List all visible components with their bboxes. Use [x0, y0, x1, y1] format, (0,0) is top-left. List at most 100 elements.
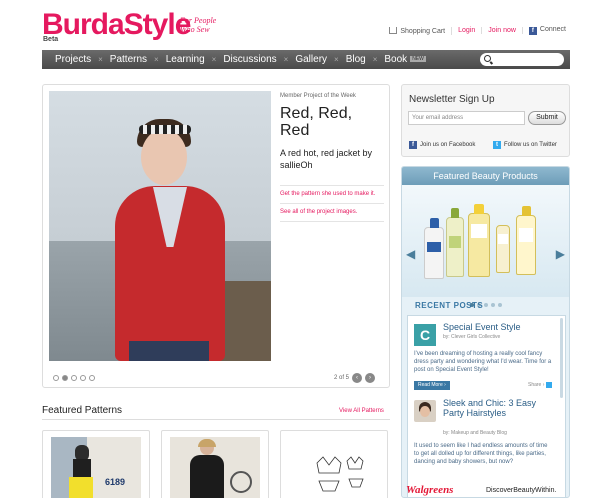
newsletter-title: Newsletter Sign Up	[409, 94, 495, 105]
recent-post: Sleek and Chic: 3 Easy Party Hairstyles …	[414, 398, 555, 497]
top-links: Shopping Cart Login Join now f Connect	[383, 26, 572, 35]
post-body: I've been dreaming of hosting a really c…	[414, 351, 552, 373]
post-avatar[interactable]	[414, 400, 436, 422]
nav-blog[interactable]: Blog	[341, 54, 371, 65]
pattern-number: 6189	[105, 477, 126, 487]
search-icon[interactable]	[484, 55, 491, 62]
posts-scrollbar[interactable]	[560, 318, 563, 398]
jeans	[129, 341, 209, 361]
nav-gallery[interactable]: Gallery	[290, 54, 332, 65]
bottle-cap	[451, 208, 459, 218]
search-input[interactable]	[480, 53, 564, 66]
twitter-label: Follow us on Twitter	[504, 142, 557, 148]
submit-button[interactable]: Submit	[528, 111, 566, 125]
post-body: It used to seem like I had endless amoun…	[414, 443, 548, 465]
next-button[interactable]: ›	[365, 373, 375, 383]
nav-book[interactable]: Book NEW	[379, 54, 430, 65]
avatar-face	[420, 406, 430, 417]
post-author: by: Makeup and Beauty Blog	[443, 430, 507, 436]
pattern-card[interactable]: 6189	[42, 430, 150, 498]
product-dot[interactable]	[491, 303, 495, 307]
read-more-button[interactable]: Read More ›	[414, 381, 450, 390]
recent-posts-list: C Special Event Style by: Clever Girls C…	[407, 315, 566, 497]
carousel-right-arrow[interactable]: ▶	[556, 247, 565, 261]
nav-patterns[interactable]: Patterns	[105, 54, 152, 65]
building-wall	[87, 437, 141, 498]
carousel-dot-active[interactable]	[62, 375, 68, 381]
facebook-connect-link[interactable]: f Connect	[523, 26, 572, 35]
recent-posts-title: RECENT POSTS	[415, 301, 484, 310]
nav-learning[interactable]: Learning	[161, 54, 210, 65]
pattern-image	[289, 437, 379, 498]
connect-label: Connect	[539, 26, 566, 33]
carousel-left-arrow[interactable]: ◀	[406, 247, 415, 261]
tube-product	[496, 225, 510, 273]
carousel-pager: 2 of 5 ‹ ›	[334, 373, 375, 383]
join-now-link[interactable]: Join now	[482, 27, 523, 34]
featured-patterns-title: Featured Patterns	[42, 405, 123, 416]
product-dot[interactable]	[484, 303, 488, 307]
feature-title[interactable]: Red, Red, Red	[280, 105, 384, 139]
burts-bees-bottle	[516, 206, 536, 275]
post-title[interactable]: Sleek and Chic: 3 Easy Party Hairstyles	[443, 398, 555, 418]
share-label: Share ›	[528, 382, 545, 388]
nav-discussions[interactable]: Discussions	[218, 54, 281, 65]
nav-separator: ×	[334, 55, 339, 64]
view-all-patterns-link[interactable]: View All Patterns	[339, 408, 384, 414]
product-carousel[interactable]: ◀ ▶	[402, 185, 569, 307]
nav-separator: ×	[372, 55, 378, 64]
pattern-card[interactable]	[280, 430, 388, 498]
shopping-cart-label: Shopping Cart	[400, 27, 446, 35]
post-avatar[interactable]: C	[414, 324, 436, 346]
sponsor-tagline: DiscoverBeautyWithin.	[486, 487, 557, 494]
twitter-link[interactable]: t Follow us on Twitter	[493, 141, 557, 149]
see-images-link[interactable]: See all of the project images.	[280, 203, 384, 222]
facebook-icon: f	[409, 141, 417, 149]
prev-button[interactable]: ‹	[352, 373, 362, 383]
nav-projects[interactable]: Projects	[50, 54, 96, 65]
featured-project: Member Project of the Week Red, Red, Red…	[42, 84, 390, 388]
burdastyle-logo[interactable]: BurdaStyle	[42, 8, 191, 42]
beauty-products-widget: Featured Beauty Products ◀ ▶ RECENT POST…	[401, 166, 570, 498]
bicycle-wheel	[230, 471, 252, 493]
pattern-card[interactable]	[161, 430, 269, 498]
beauty-title: Featured Beauty Products	[402, 167, 569, 185]
bottle-label	[518, 228, 534, 242]
carousel-dot[interactable]	[89, 375, 95, 381]
get-pattern-link[interactable]: Get the pattern she used to make it.	[280, 185, 384, 203]
facebook-icon: f	[528, 27, 537, 35]
feature-subtitle: A red hot, red jacket by sallieOh	[280, 148, 373, 170]
nav-separator: ×	[154, 55, 159, 64]
bottle-cap	[474, 204, 484, 214]
walgreens-logo[interactable]: Walgreens	[406, 484, 453, 496]
feature-text: Member Project of the Week Red, Red, Red…	[280, 93, 384, 222]
new-badge: NEW	[410, 56, 426, 62]
post-title[interactable]: Special Event Style	[443, 322, 555, 332]
bottle-label	[448, 236, 462, 248]
beta-label: Beta	[43, 36, 59, 43]
tagline: For People Who Sew	[180, 16, 217, 34]
lotion-bottle	[446, 208, 464, 277]
twitter-icon	[546, 382, 553, 388]
share-button[interactable]: Share ›	[528, 382, 553, 388]
facebook-link[interactable]: f Join us on Facebook	[409, 141, 475, 149]
nav-book-label: Book	[384, 54, 408, 65]
project-photo[interactable]	[49, 91, 271, 361]
shopping-cart-link[interactable]: Shopping Cart	[383, 26, 453, 35]
model-top	[73, 459, 91, 479]
pattern-image	[170, 437, 260, 498]
nav-separator: ×	[283, 55, 289, 64]
email-field[interactable]: Your email address	[408, 111, 525, 125]
lotion-bottle	[424, 218, 444, 279]
carousel-dot[interactable]	[80, 375, 86, 381]
login-link[interactable]: Login	[452, 27, 483, 34]
head	[141, 129, 187, 185]
nav-separator: ×	[211, 55, 217, 64]
main-nav: Projects × Patterns × Learning × Discuss…	[42, 50, 570, 69]
product-dot[interactable]	[498, 303, 502, 307]
carousel-dot[interactable]	[71, 375, 77, 381]
recent-post: C Special Event Style by: Clever Girls C…	[414, 322, 554, 394]
carousel-dot[interactable]	[53, 375, 59, 381]
tube-label	[498, 234, 508, 244]
bottle-cap	[521, 206, 531, 216]
